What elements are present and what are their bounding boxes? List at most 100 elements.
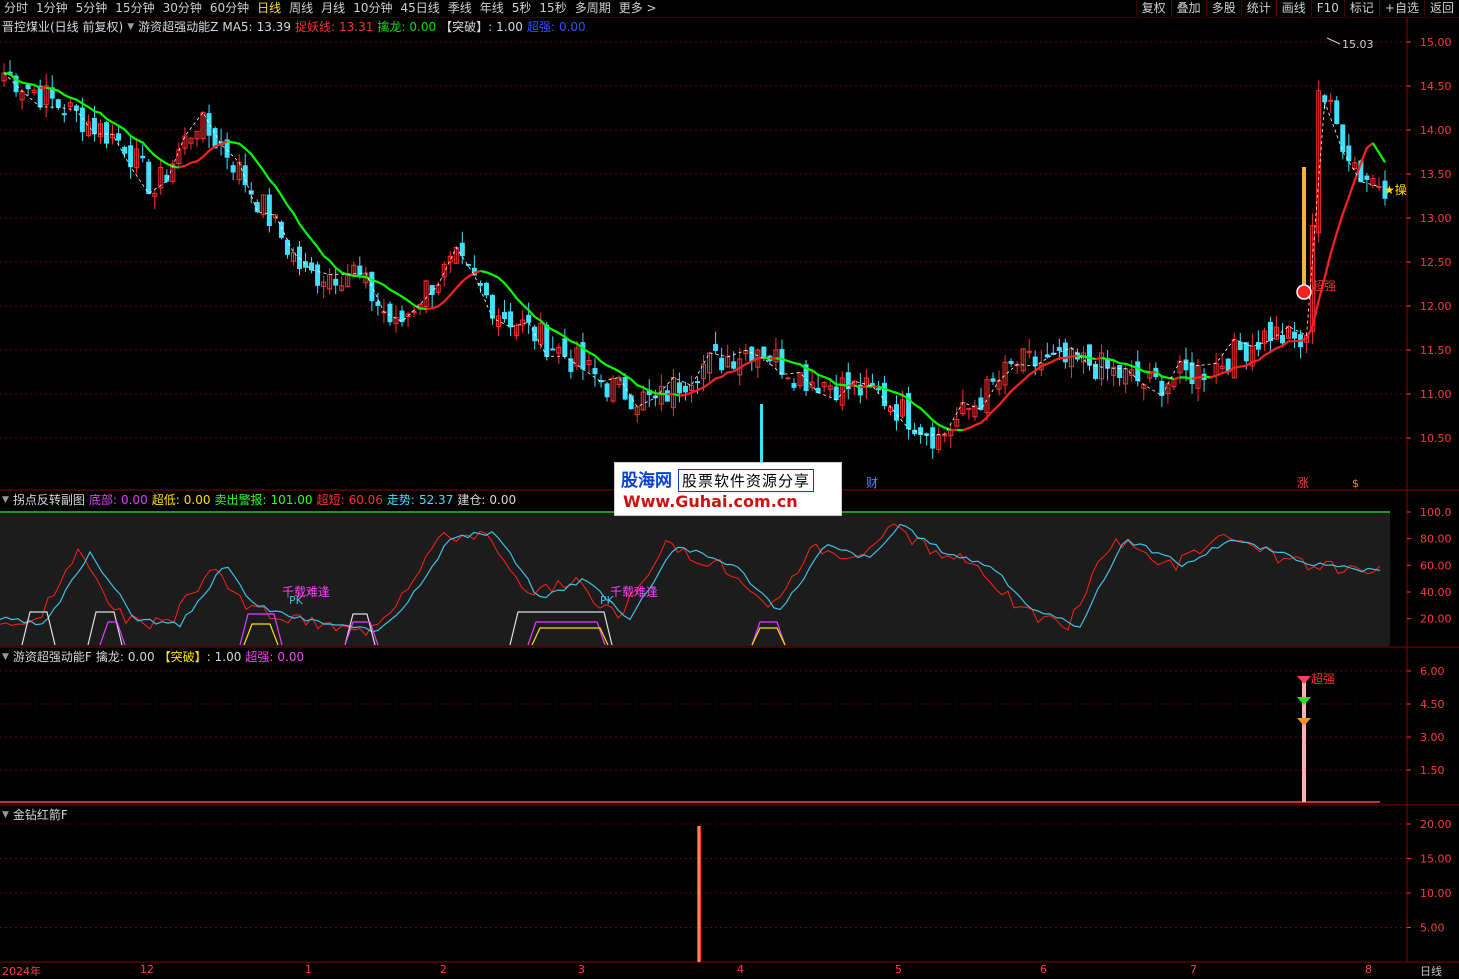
candle-body — [629, 396, 633, 409]
candle-body — [1136, 362, 1140, 381]
candle-body — [834, 387, 838, 400]
p4-red-arrow-core — [699, 826, 700, 962]
p3-signal-bar — [1302, 676, 1306, 802]
panel2-background — [0, 511, 1390, 646]
candle-body — [1256, 342, 1260, 349]
watermark-site: 股海网 — [621, 471, 672, 491]
date-tick-7: 6 — [1040, 963, 1047, 976]
candle-body — [816, 388, 820, 392]
candle-body — [92, 118, 96, 133]
candle-body — [1088, 345, 1092, 365]
main-y-tick-label-8: 11.00 — [1420, 388, 1452, 401]
main-y-tick-label-3: 13.50 — [1420, 168, 1452, 181]
candle-body — [117, 134, 121, 140]
ma-line-segment — [227, 142, 426, 309]
candle-body — [1045, 355, 1049, 357]
p4-y-tick-label-2: 10.00 — [1420, 887, 1452, 900]
p3-green-diamond-icon — [1297, 697, 1311, 705]
candle-body — [991, 379, 995, 381]
ma-line-segment — [764, 358, 770, 359]
candle-body — [593, 369, 597, 374]
candle-body — [388, 304, 392, 322]
p2-pk-1: PK — [289, 594, 304, 607]
candle-body — [1377, 186, 1381, 187]
date-tick-3: 2 — [440, 963, 447, 976]
candle-body — [370, 272, 374, 300]
ma-line-segment — [480, 271, 667, 394]
p2-y-tick-label-0: 100.0 — [1420, 506, 1452, 519]
candle-body — [267, 195, 271, 225]
finance-label: 财 — [866, 476, 878, 490]
p4-y-tick-label-0: 20.00 — [1420, 818, 1452, 831]
ma-line-segment — [179, 142, 227, 168]
candle-body — [665, 391, 669, 401]
date-tick-6: 5 — [895, 963, 902, 976]
date-axis: 2024年1212345678日线 — [0, 963, 1459, 976]
candle-body — [509, 312, 513, 327]
ma-line-segment — [963, 356, 1078, 430]
dollar-label: $ — [1352, 477, 1359, 490]
candle-body — [605, 384, 609, 397]
ma-line-segment — [1174, 377, 1180, 379]
candle-body — [56, 100, 60, 107]
candle-body — [1365, 176, 1369, 179]
p3-red-diamond-icon — [1297, 676, 1311, 684]
candle-body — [38, 86, 42, 107]
candle-body — [334, 279, 338, 285]
p4-y-tick-label-3: 5.00 — [1420, 922, 1445, 935]
watermark-slogan: 股票软件资源分享 — [678, 469, 814, 492]
candle-body — [1293, 332, 1297, 338]
main-y-tick-label-5: 12.50 — [1420, 256, 1452, 269]
candle-body — [1009, 361, 1013, 363]
candle-body — [1244, 343, 1248, 361]
operate-label: ★操 — [1384, 182, 1407, 197]
candle-body — [1329, 100, 1333, 101]
high-price-pointer — [1327, 38, 1340, 44]
high-price-label: 15.03 — [1342, 38, 1374, 51]
candle-body — [677, 383, 681, 393]
candle-body — [297, 247, 301, 268]
candle-body — [1268, 322, 1272, 340]
candle-body — [895, 405, 899, 421]
main-signal-label: 超强 — [1312, 278, 1336, 293]
main-y-tick-label-4: 13.00 — [1420, 212, 1452, 225]
breakout-marker-icon — [1297, 285, 1311, 299]
candle-body — [527, 315, 531, 322]
ma-line-segment — [1096, 358, 1102, 359]
watermark-logo: 股海网股票软件资源分享 Www.Guhai.com.cn — [614, 462, 842, 516]
p2-y-tick-label-3: 40.00 — [1420, 586, 1452, 599]
candle-body — [732, 362, 736, 368]
date-tick-1: 12 — [140, 963, 154, 976]
p2-pk-2: PK — [600, 594, 615, 607]
candle-body — [1280, 335, 1284, 342]
candle-body — [551, 349, 555, 350]
main-y-tick-label-1: 14.50 — [1420, 80, 1452, 93]
candle-body — [967, 408, 971, 409]
candle-body — [563, 339, 567, 356]
date-tick-2: 1 — [305, 963, 312, 976]
candle-body — [714, 345, 718, 351]
candle-body — [1057, 348, 1061, 351]
candle-body — [279, 222, 283, 237]
candle-body — [400, 311, 404, 321]
candle-body — [1118, 366, 1122, 378]
candle-body — [310, 263, 314, 270]
candle-body — [1190, 363, 1194, 384]
candle-body — [26, 85, 30, 89]
candle-body — [696, 382, 700, 383]
candle-body — [876, 389, 880, 390]
candle-body — [1184, 360, 1188, 370]
candle-body — [931, 428, 935, 448]
candle-body — [105, 123, 109, 144]
ma-line-segment — [1373, 143, 1385, 162]
breakout-bar — [1302, 167, 1306, 287]
watermark-url: Www.Guhai.com.cn — [623, 492, 798, 511]
date-tick-0: 2024年 — [2, 963, 41, 979]
candle-body — [460, 243, 464, 256]
candle-body — [780, 350, 784, 375]
p2-y-tick-label-2: 60.00 — [1420, 559, 1452, 572]
candle-body — [123, 147, 127, 153]
candle-body — [207, 114, 211, 136]
candle-body — [623, 378, 627, 399]
date-tick-4: 3 — [578, 963, 585, 976]
